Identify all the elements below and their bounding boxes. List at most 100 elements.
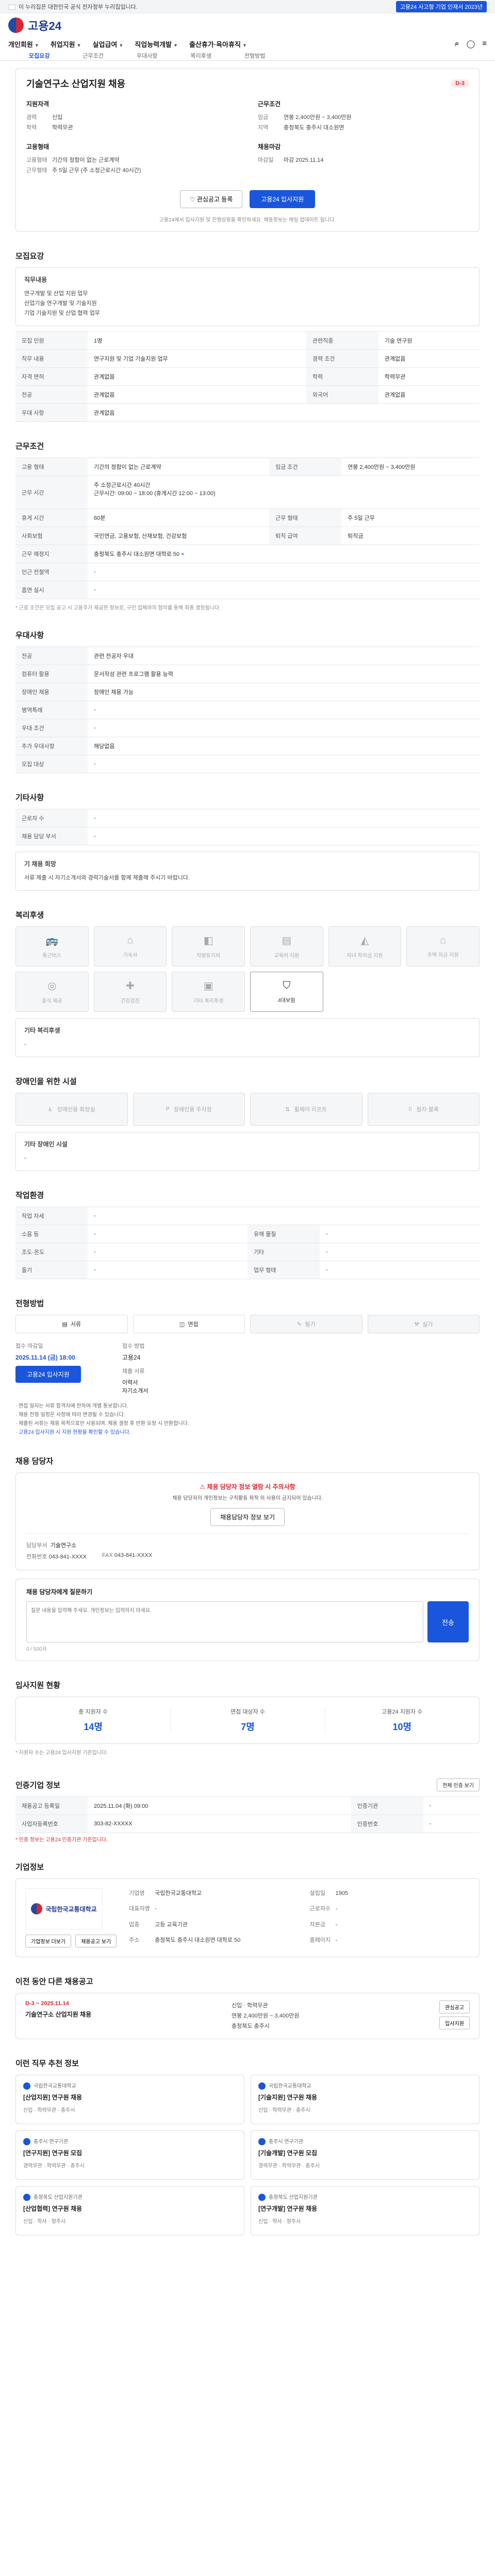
tab-welfare[interactable]: 복리후생 (190, 52, 211, 60)
summary-qualification: 지원자격 경력 신입 학력 학력무관 (26, 100, 73, 131)
method-practical: ⚒ 실기 (367, 1315, 480, 1333)
welfare-note-box: 기타 복리후생 - (15, 1018, 480, 1057)
etc-table: 근로자 수- 채용 담당 부서 - (15, 809, 480, 845)
accessibility-tile: P 장애인용 주차장 (133, 1093, 245, 1126)
graduation-icon: ◭ (360, 935, 369, 946)
site-logo[interactable]: 고용24 (28, 17, 61, 33)
work-note: * 근로 조건은 모집 공고 시 고용주가 제공한 정보로, 구인 업체와의 협… (15, 605, 221, 611)
etc-extra-box: 기 채용 희망 서류 제출 시 자기소개서와 경력기술서를 함께 제출해 주시기… (15, 852, 480, 891)
stat-interview: 면접 대상자 수 7명 (170, 1707, 324, 1733)
gov-banner-text: 이 누리집은 대한민국 공식 전자정부 누리집입니다. (19, 4, 138, 10)
meal-icon: ◎ (47, 980, 57, 992)
heart-icon: ♡ (189, 196, 197, 203)
welfare-grid: 🚌 통근버스 ⌂ 기숙사 ◧ 차량유지비 ▤ 교육비 지원 ◭ 자녀 학자금 지원 ⌂ 주택… (15, 926, 480, 1012)
work-table: 고용 형태 기간의 정함이 없는 근로계약 임금 조건 연봉 2,400만원 ~ 3,… (15, 457, 480, 599)
chevron-down-icon: ▼ (34, 42, 39, 48)
accessibility-tile: ⠿ 점자 블록 (367, 1093, 480, 1126)
section-title-env: 작업환경 (15, 1191, 44, 1200)
recommend-card[interactable]: 충주시 연구기관 [연구지원] 연구원 모집 경력무관 · 학력무관 · 충주시 (15, 2130, 244, 2180)
chevron-down-icon: ▼ (242, 42, 247, 48)
login-badge[interactable]: 고용24 사고형 기업 인재서 2023년 (395, 1, 487, 12)
lift-icon: ⇅ (285, 1106, 290, 1113)
recommend-card[interactable]: 국립한국교통대학교 [산업지원] 연구원 채용 신입 · 학력무관 · 충주시 (15, 2075, 244, 2124)
detail-tabs: 모집요강 근무조건 우대사항 복리후생 전형방법 (8, 50, 487, 61)
nav-item-individual[interactable]: 개인회원 ▼ (8, 39, 39, 49)
menu-icon[interactable]: ≡ (482, 39, 487, 48)
apply-button-2[interactable]: 고용24 입사지원 (15, 1366, 81, 1383)
tab-work[interactable]: 근무조건 (82, 52, 103, 60)
summary-conditions: 근무조건 임금 연봉 2,400만원 ~ 3,400만원 지역 충청북도 충주시 대… (258, 100, 352, 131)
recommend-card[interactable]: 충주시 연구기관 [기술개발] 연구원 모집 경력무관 · 학력무관 · 충주시 (251, 2130, 480, 2180)
registry-more-link[interactable]: 전체 인증 보기 (437, 1778, 480, 1791)
nav-item-job-support[interactable]: 취업지원 ▼ (51, 39, 81, 49)
method-written: ✎ 필기 (250, 1315, 362, 1333)
company-icon (258, 2194, 266, 2201)
env-table: 작업 자세 - 소음 등 - 유해 물질 - 조도·온도 - 기타 - 들기 - 업무 형태 - (15, 1207, 480, 1279)
previous-interest-button[interactable]: 관심공고 (439, 2001, 470, 2013)
summary-employment: 고용형태 고용형태 기간의 정함이 없는 근로계약 근무형태 주 5일 근무 (주 … (26, 143, 141, 174)
tab-recruit[interactable]: 모집요강 (29, 52, 50, 60)
company-logo: 국립한국교통대학교 (25, 1888, 103, 1929)
welfare-tile: ⌂ 기숙사 (93, 926, 167, 967)
job-title: 기술연구소 산업지원 채용 (26, 79, 126, 89)
tool-icon: ⚒ (414, 1321, 420, 1328)
tab-prefer[interactable]: 우대사항 (137, 52, 157, 60)
company-jobs-button[interactable]: 채용공고 보기 (75, 1935, 117, 1947)
interest-button[interactable]: ♡ 관심공고 등록 (179, 190, 243, 208)
inquiry-input[interactable] (26, 1601, 423, 1642)
map-pin-icon[interactable]: ⌖ (181, 551, 184, 557)
previous-job-card[interactable]: D-3 ~ 2025.11.14 기술연구소 산업지원 채용 신입 · 학력무관… (15, 1993, 480, 2039)
recommend-card[interactable]: 충청북도 산업지원기관 [연구개발] 연구원 채용 신입 · 학사 · 청주시 (251, 2186, 480, 2235)
user-icon[interactable]: ◯ (466, 39, 475, 48)
car-icon: ◧ (203, 935, 213, 946)
company-more-button[interactable]: 기업정보 더보기 (25, 1935, 72, 1947)
section-title-stats: 입사지원 현황 (15, 1681, 60, 1690)
apply-info: 접수 마감일 2025.11.14 (금) 18:00 고용24 입사지원 접수… (15, 1343, 148, 1394)
method-document: ▤ 서류 (15, 1315, 128, 1333)
document-icon: ▤ (62, 1321, 68, 1328)
pencil-icon: ✎ (297, 1321, 302, 1328)
section-title-work: 근무조건 (15, 442, 44, 451)
gov-banner: 이 누리집은 대한민국 공식 전자정부 누리집입니다. 고용24 사고형 기업 … (0, 0, 495, 13)
section-title-etc: 기타사항 (15, 793, 44, 802)
nav-item-unemployment[interactable]: 실업급여 ▼ (93, 39, 124, 49)
logo-icon (8, 18, 24, 33)
section-title-recommend: 이런 직무 추천 정보 (15, 2059, 79, 2068)
recommend-card[interactable]: 충청북도 산업지원기관 [산업협력] 연구원 채용 신입 · 학사 · 청주시 (15, 2186, 244, 2235)
accessibility-note-box: 기타 장애인 시설 - (15, 1132, 480, 1171)
company-icon (23, 2082, 30, 2090)
registry-note: * 인증 정보는 고용24 인증기관 기준입니다. (15, 1837, 108, 1843)
company-emblem-icon (31, 1903, 43, 1914)
house-icon: ⌂ (127, 935, 134, 946)
welfare-tile: ▣ 기타 복리후생 (172, 972, 245, 1012)
company-icon (23, 2138, 30, 2146)
warning-icon: ⚠ (200, 1483, 207, 1490)
recommend-card[interactable]: 국립한국교통대학교 [기술지원] 연구원 채용 신입 · 학력무관 · 충주시 (251, 2075, 480, 2124)
accessibility-tile: ♿ 장애인용 화장실 (15, 1093, 128, 1126)
welfare-tile: ◧ 차량유지비 (172, 926, 245, 967)
section-title-accessibility: 장애인을 위한 시설 (15, 1077, 77, 1086)
method-interview: ◫ 면접 (133, 1315, 245, 1333)
search-icon[interactable]: ⌕ (455, 39, 459, 48)
contact-box: ⚠ 채용 담당자 정보 열람 시 주의사항 채용 담당자의 개인정보는 구직활동… (15, 1472, 480, 1570)
inquiry-box: 채용 담당자에게 질문하기 전송 0 / 500자 (15, 1579, 480, 1661)
nav-item-leave[interactable]: 출산휴가·육아휴직 ▼ (189, 39, 247, 49)
company-icon (258, 2082, 266, 2090)
nav-item-training[interactable]: 직업능력개발 ▼ (135, 39, 178, 49)
apply-button[interactable]: 고용24 입사지원 (250, 190, 316, 208)
previous-apply-button[interactable]: 입사지원 (439, 2016, 470, 2029)
welfare-tile: 🚌 통근버스 (15, 926, 89, 967)
section-title-selection: 전형방법 (15, 1299, 44, 1308)
view-contact-button[interactable]: 채용담당자 정보 보기 (210, 1508, 285, 1526)
inquiry-send-button[interactable]: 전송 (427, 1601, 469, 1642)
main-content: 기술연구소 산업지원 채용 D-3 지원자격 경력 신입 학력 학력무관 근무조건 … (15, 68, 480, 2235)
company-icon (258, 2138, 266, 2146)
tab-selection[interactable]: 전형방법 (244, 52, 265, 60)
job-summary-card: 기술연구소 산업지원 채용 D-3 지원자격 경력 신입 학력 학력무관 근무조건 … (15, 68, 480, 232)
company-info: 기업명 국립한국교통대학교 설립일 1905 대표자명 - 근로자수 - 업종 고등 교육… (129, 1890, 349, 1943)
section-title-recruit: 모집요강 (15, 252, 44, 261)
apply-deadline: 2025.11.14 (금) 18:00 (15, 1354, 75, 1361)
parking-icon: P (166, 1106, 170, 1112)
chat-icon: ◫ (179, 1321, 185, 1328)
chevron-down-icon: ▼ (119, 42, 124, 48)
